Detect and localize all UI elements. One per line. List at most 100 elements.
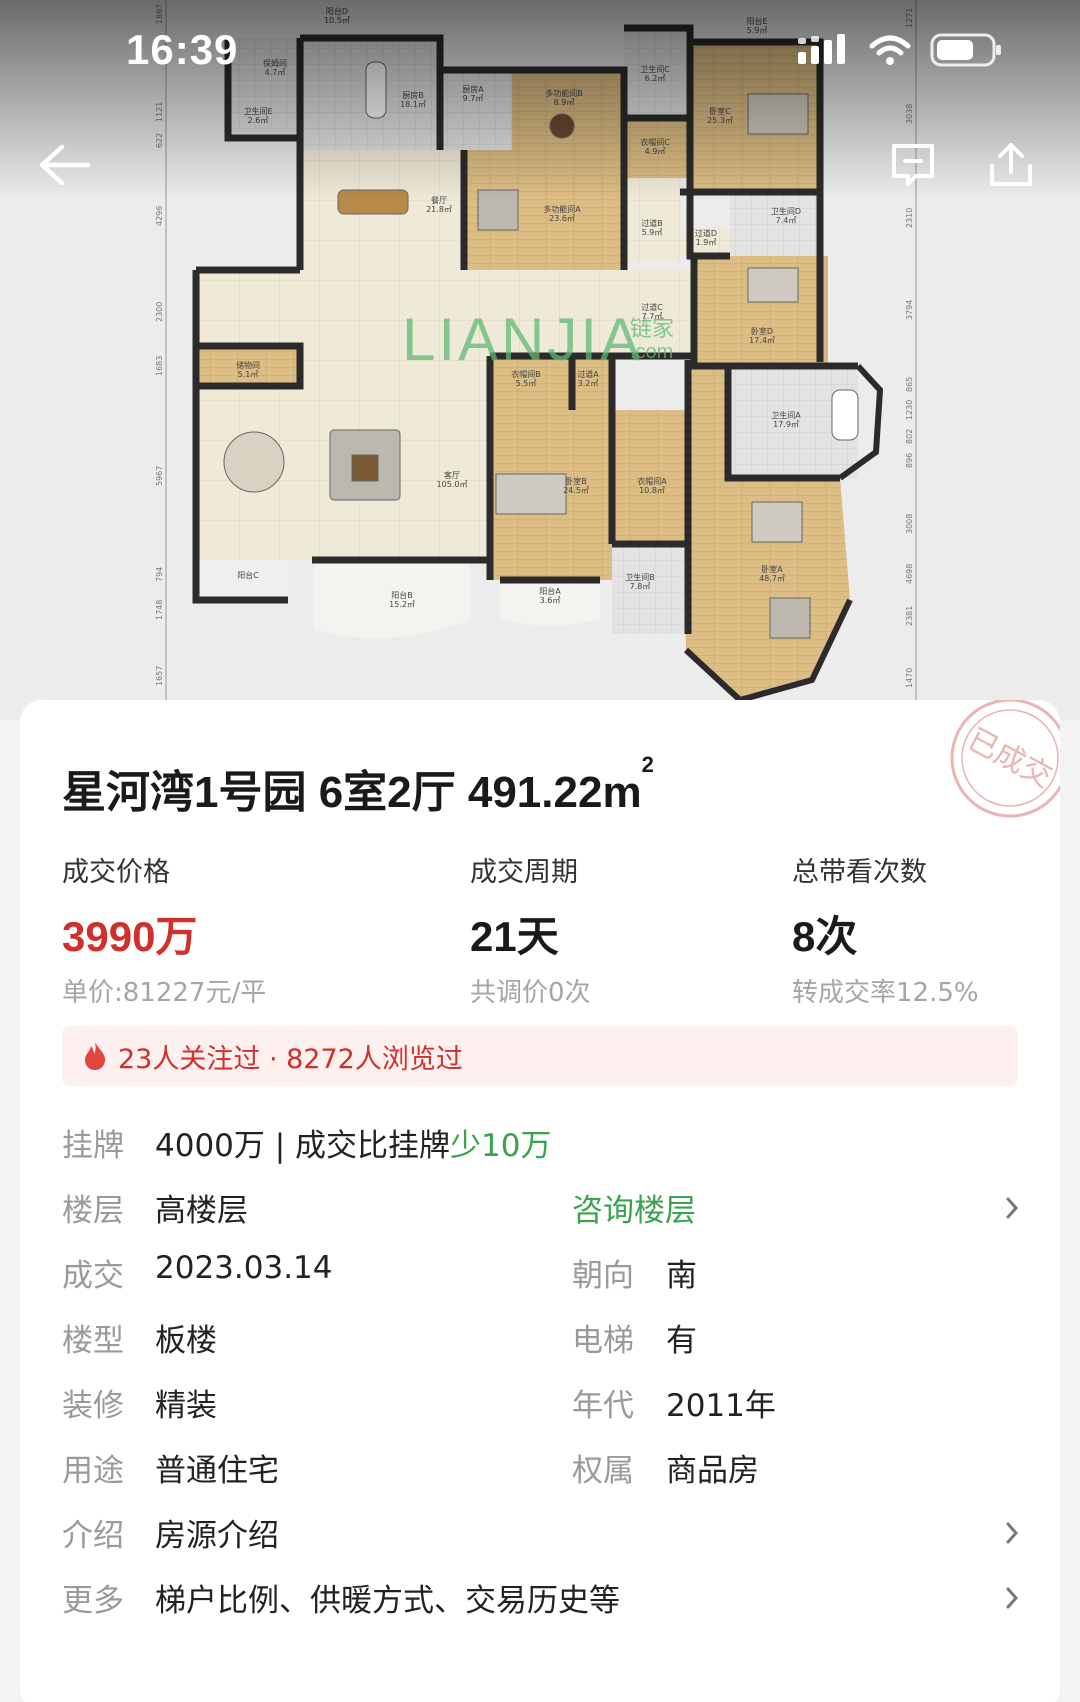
chevron-right-icon [1006,1522,1019,1544]
svg-text:21.8㎡: 21.8㎡ [426,205,452,214]
stat-value: 8次 [792,913,858,960]
row-building-type: 楼型 板楼 电梯 有 [62,1315,1022,1365]
svg-text:105.0㎡: 105.0㎡ [437,480,468,489]
row-more[interactable]: 更多 梯户比例、供暖方式、交易历史等 [62,1575,1022,1625]
row-value: 有 [666,1323,697,1359]
chevron-right-icon [1006,1197,1019,1219]
row-value: 南 [666,1258,697,1294]
comment-button[interactable] [878,130,948,200]
svg-text:卫生间B: 卫生间B [625,572,655,582]
svg-text:客厅: 客厅 [444,470,460,480]
row-value: 板楼 [155,1323,217,1359]
consult-floor-link[interactable]: 咨询楼层 [572,1185,696,1230]
stat-sub: 单价:81227元/平 [62,978,267,1008]
svg-text:1657: 1657 [155,666,164,686]
fire-icon [85,1042,106,1070]
row-key: 装修 [62,1388,124,1424]
svg-text:5.1㎡: 5.1㎡ [238,370,259,379]
svg-text:卧室D: 卧室D [751,326,773,336]
back-button[interactable] [30,130,100,200]
status-bar: 16:39 [0,0,1080,100]
svg-text:过道D: 过道D [695,228,717,238]
stat-viewings: 总带看次数 8次 转成交率12.5% [792,850,979,1009]
row-key: 挂牌 [62,1128,124,1164]
signal-icon [798,34,845,64]
row-key: 更多 [62,1583,124,1619]
svg-text:1683: 1683 [155,356,164,376]
svg-text:1748: 1748 [155,600,164,620]
svg-text:3794: 3794 [905,300,914,320]
svg-text:794: 794 [155,567,164,582]
comment-icon [892,144,934,186]
watermark-domain: .com [630,341,673,363]
svg-text:48.7㎡: 48.7㎡ [759,574,785,583]
svg-text:23.6㎡: 23.6㎡ [549,214,575,223]
row-value: 高楼层 [155,1193,248,1229]
svg-text:7.8㎡: 7.8㎡ [630,582,651,591]
svg-text:衣帽间A: 衣帽间A [637,476,667,486]
svg-text:1.9㎡: 1.9㎡ [696,238,717,247]
chevron-right-icon [1006,1587,1019,1609]
stat-value: 21天 [470,913,559,960]
svg-text:2310: 2310 [905,208,914,228]
row-key: 楼型 [62,1323,124,1359]
row-value: 房源介绍 [155,1518,279,1554]
row-floor[interactable]: 楼层 高楼层 咨询楼层 [62,1185,1022,1235]
stat-sub: 转成交率12.5% [792,978,979,1008]
svg-text:多功能间A: 多功能间A [543,204,581,214]
popularity-text: 23人关注过 · 8272人浏览过 [118,1043,463,1075]
row-value: 4000万 | 成交比挂牌少10万 [155,1128,552,1164]
svg-text:4698: 4698 [905,564,914,584]
floor-plan-image[interactable]: 阳台D10.5㎡ 保姆间4.7㎡ 卫生间E2.6㎡ 厨房B18.1㎡ 厨房A9.… [0,0,1080,720]
svg-text:24.5㎡: 24.5㎡ [563,486,589,495]
svg-text:896: 896 [905,453,914,468]
status-time: 16:39 [126,26,239,73]
stat-price: 成交价格 3990万 单价:81227元/平 [62,850,266,1009]
svg-text:17.9㎡: 17.9㎡ [773,420,799,429]
stat-period: 成交周期 21天 共调价0次 [470,850,591,1009]
row-intro[interactable]: 介绍 房源介绍 [62,1510,1022,1560]
svg-text:5967: 5967 [155,466,164,486]
battery-icon [930,33,1001,67]
arrow-left-icon [39,144,91,186]
row-key: 介绍 [62,1518,124,1554]
svg-text:阳台A: 阳台A [539,586,561,596]
row-decoration: 装修 精装 年代 2011年 [62,1380,1022,1430]
svg-text:10.8㎡: 10.8㎡ [639,486,665,495]
svg-text:已成交: 已成交 [962,722,1058,795]
svg-text:865: 865 [905,377,914,392]
svg-text:卧室B: 卧室B [565,476,587,486]
svg-text:储物间: 储物间 [236,360,260,370]
row-key: 成交 [62,1258,124,1294]
svg-text:2300: 2300 [155,302,164,322]
stat-value: 3990万 [62,913,198,960]
svg-text:5.9㎡: 5.9㎡ [642,228,663,237]
row-deal-date: 成交 2023.03.14 朝向 南 [62,1250,1022,1300]
svg-text:1230: 1230 [905,400,914,420]
svg-text:3.2㎡: 3.2㎡ [578,379,599,388]
stat-label: 成交周期 [470,857,578,888]
stat-label: 成交价格 [62,857,170,888]
share-icon [990,143,1032,186]
row-key: 权属 [572,1453,634,1489]
row-value: 梯户比例、供暖方式、交易历史等 [155,1583,620,1619]
row-key: 楼层 [62,1193,124,1229]
svg-text:卧室A: 卧室A [761,564,783,574]
svg-text:卫生间A: 卫生间A [771,410,801,420]
row-key: 用途 [62,1453,124,1489]
sold-stamp: 已成交 [950,700,1060,818]
svg-text:4296: 4296 [155,206,164,226]
svg-text:802: 802 [905,429,914,444]
watermark-cn: 链家 [630,317,674,342]
row-value: 2023.03.14 [155,1250,333,1286]
svg-text:阳台C: 阳台C [237,570,259,580]
svg-text:17.4㎡: 17.4㎡ [749,336,775,345]
row-listing-price: 挂牌 4000万 | 成交比挂牌少10万 [62,1120,1022,1170]
share-button[interactable] [976,130,1046,200]
wifi-icon [869,35,911,65]
svg-text:阳台B: 阳台B [391,590,413,600]
svg-text:15.2㎡: 15.2㎡ [389,600,415,609]
listing-card: 已成交 星河湾1号园 6室2厅 491.22m2 成交价格 3990万 单价:8… [20,700,1060,1702]
row-value: 2011年 [666,1388,776,1424]
listing-title: 星河湾1号园 6室2厅 491.22m2 [62,752,654,817]
